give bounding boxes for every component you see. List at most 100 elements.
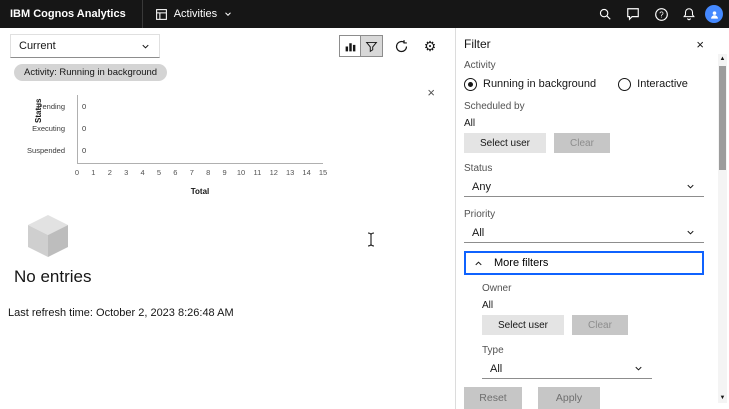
chart-category-row: Executing 0 (0, 117, 86, 139)
chevron-down-icon (140, 41, 151, 52)
view-dropdown[interactable]: Current (10, 34, 160, 58)
chevron-down-icon (685, 227, 696, 238)
apply-button[interactable]: Apply (538, 387, 600, 409)
scrollbar-up-arrow[interactable]: ▲ (718, 54, 727, 64)
type-label: Type (482, 345, 704, 356)
chart-y-axis-line (77, 95, 78, 163)
settings-button[interactable]: ⚙ (419, 35, 441, 57)
chart-category-value: 0 (82, 102, 86, 111)
app-window: IBM Cognos Analytics Activities ? (0, 0, 729, 409)
radio-interactive[interactable]: Interactive (618, 78, 688, 91)
header-actions: ? (591, 0, 729, 28)
panel-scrollbar[interactable]: ▲ ▼ (718, 54, 727, 403)
filter-panel-close-button[interactable]: × (696, 38, 704, 51)
type-dropdown-value: All (490, 363, 502, 375)
chart-xtick-label: 12 (270, 168, 278, 177)
chart-xtick-label: 5 (157, 168, 161, 177)
radio-running-in-background[interactable]: Running in background (464, 78, 596, 91)
no-entries-message: No entries (14, 267, 455, 287)
more-filters-label: More filters (494, 257, 548, 269)
owner-select-user-button[interactable]: Select user (482, 315, 564, 335)
chart-x-axis-line (77, 163, 323, 164)
chart-category-label: Pending (0, 102, 71, 111)
top-header: IBM Cognos Analytics Activities ? (0, 0, 729, 28)
status-label: Status (464, 163, 704, 174)
chart-xtick-label: 14 (302, 168, 310, 177)
notifications-bell-icon[interactable] (675, 0, 703, 28)
chart-xtick-label: 3 (124, 168, 128, 177)
owner-label: Owner (482, 283, 704, 294)
scheduled-by-value: All (464, 118, 704, 129)
filter-tag[interactable]: Activity: Running in background (14, 64, 167, 81)
scrollbar-thumb[interactable] (719, 66, 726, 170)
chart-category-label: Executing (0, 124, 71, 133)
filter-toggle-button[interactable] (361, 35, 383, 57)
empty-state-cube-icon (26, 213, 455, 259)
chart-xtick-label: 11 (253, 168, 261, 177)
chart-xticks: 0123456789101112131415 (77, 168, 323, 178)
nav-activities[interactable]: Activities (142, 0, 245, 28)
toolbar-icons: ⚙ (339, 35, 441, 57)
activity-label: Activity (464, 60, 704, 71)
clear-user-button[interactable]: Clear (554, 133, 610, 153)
owner-value: All (482, 300, 704, 311)
chart-xtick-label: 13 (286, 168, 294, 177)
reset-button[interactable]: Reset (464, 387, 522, 409)
type-dropdown[interactable]: All (482, 359, 652, 379)
more-filters-toggle[interactable]: More filters (464, 251, 704, 275)
search-icon[interactable] (591, 0, 619, 28)
priority-label: Priority (464, 209, 704, 220)
svg-text:?: ? (659, 10, 664, 19)
owner-actions: Select user Clear (482, 315, 704, 335)
filter-funnel-icon (365, 40, 378, 53)
chart-xtick-label: 0 (75, 168, 79, 177)
nav-activities-label: Activities (174, 8, 217, 20)
owner-clear-button[interactable]: Clear (572, 315, 628, 335)
chart-xtick-label: 15 (319, 168, 327, 177)
chart-xtick-label: 8 (206, 168, 210, 177)
radio-label: Interactive (637, 78, 688, 90)
gear-icon: ⚙ (424, 39, 437, 53)
filter-panel-actions: Reset Apply (464, 387, 704, 409)
help-icon[interactable]: ? (647, 0, 675, 28)
chevron-down-icon (685, 181, 696, 192)
filter-panel-title: Filter (464, 37, 491, 51)
chart-category-value: 0 (82, 146, 86, 155)
scheduled-by-label: Scheduled by (464, 101, 704, 112)
more-filters-content: Owner All Select user Clear Type All (464, 283, 704, 379)
scrollbar-down-arrow[interactable]: ▼ (718, 393, 727, 403)
scheduled-by-actions: Select user Clear (464, 133, 704, 153)
chart-xtick-label: 2 (108, 168, 112, 177)
priority-dropdown[interactable]: All (464, 223, 704, 243)
status-dropdown[interactable]: Any (464, 177, 704, 197)
chart-view-button[interactable] (339, 35, 361, 57)
refresh-button[interactable] (390, 35, 412, 57)
select-user-button[interactable]: Select user (464, 133, 546, 153)
main-content: Current (0, 28, 455, 409)
main-toolbar: Current (10, 34, 441, 58)
chevron-down-icon (223, 9, 233, 19)
chevron-up-icon (473, 258, 484, 269)
chevron-down-icon (633, 363, 644, 374)
last-refresh-time: Last refresh time: October 2, 2023 8:26:… (8, 307, 455, 319)
chart-category-value: 0 (82, 124, 86, 133)
brand-title: IBM Cognos Analytics (0, 8, 142, 20)
chart-x-axis-label: Total (77, 187, 323, 196)
feedback-icon[interactable] (619, 0, 647, 28)
chart-xtick-label: 9 (223, 168, 227, 177)
status-chart: Status Pending0Executing0Suspended0 0123… (0, 91, 455, 203)
chart-categories: Pending0Executing0Suspended0 (0, 95, 86, 161)
chart-xtick-label: 7 (190, 168, 194, 177)
refresh-icon (394, 39, 409, 54)
chart-xtick-label: 10 (237, 168, 245, 177)
priority-dropdown-value: All (472, 227, 484, 239)
activity-radio-group: Running in background Interactive (464, 77, 704, 91)
activities-icon (155, 8, 168, 21)
chart-xtick-label: 1 (91, 168, 95, 177)
view-dropdown-value: Current (19, 40, 56, 52)
chart-xtick-label: 4 (141, 168, 145, 177)
bar-chart-icon (344, 40, 357, 53)
chart-category-row: Suspended0 (0, 139, 86, 161)
user-avatar[interactable] (705, 5, 723, 23)
filter-panel: Filter × Activity Running in background … (455, 28, 729, 409)
